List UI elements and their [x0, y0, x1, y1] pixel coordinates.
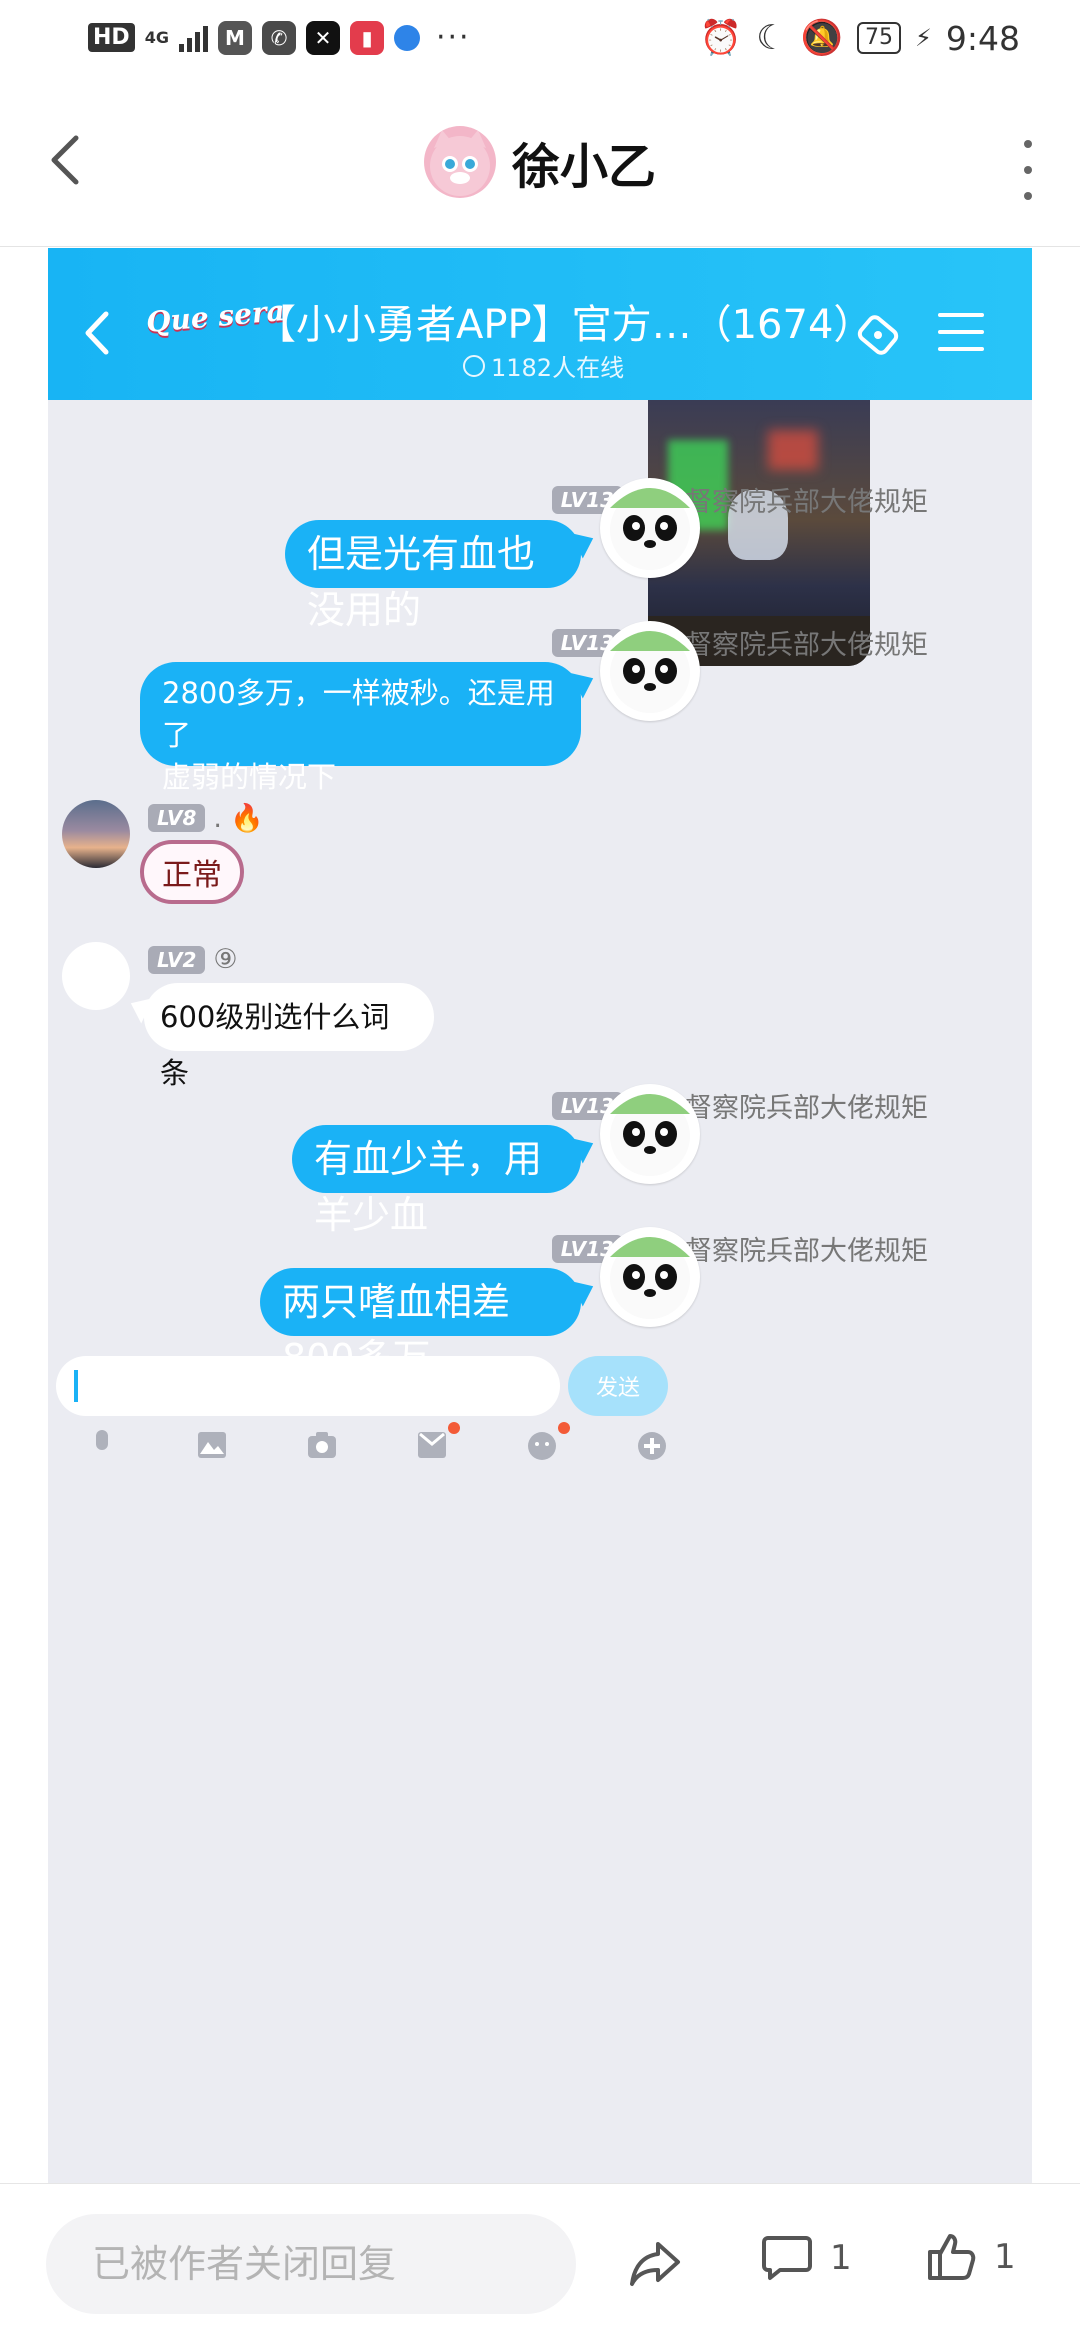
- image-icon: [196, 1428, 228, 1460]
- share-icon: [630, 2242, 680, 2286]
- like-button[interactable]: 1: [926, 2232, 1016, 2282]
- online-indicator: 1182人在线: [463, 348, 624, 383]
- capcut-app-icon: ✕: [305, 20, 340, 55]
- group-chat-header: Que sera 【小小勇者APP】官方…（1674） 1182人在线: [48, 248, 1032, 400]
- bottom-action-bar: 已被作者关闭回复 1 1: [0, 2183, 1080, 2341]
- online-count: 1182人在线: [491, 354, 625, 382]
- share-button[interactable]: [628, 2236, 682, 2290]
- chat-input: [56, 1356, 560, 1416]
- red-packet-icon: [416, 1422, 460, 1460]
- chat-bubble: 600级别选什么词条: [144, 983, 434, 1090]
- chat-back-icon: [78, 308, 118, 358]
- panda-avatar: [600, 478, 700, 578]
- panda-avatar: [600, 1227, 700, 1327]
- chat-bubble: 但是光有血也没用的: [285, 520, 581, 632]
- level-badge: LV8: [148, 804, 206, 832]
- panda-avatar: [600, 621, 700, 721]
- reply-input[interactable]: 已被作者关闭回复: [46, 2214, 576, 2314]
- post-image: Que sera 【小小勇者APP】官方…（1674） 1182人在线 LV13…: [48, 248, 1032, 2183]
- emoji-icon: [526, 1422, 570, 1460]
- plus-icon: [636, 1428, 668, 1460]
- online-icon: [463, 354, 485, 377]
- user-avatar: [62, 800, 130, 868]
- chat-bubble: 2800多万，一样被秒。还是用了 虚弱的情况下: [140, 662, 581, 794]
- sender-meta: LV8 . 🔥: [148, 802, 264, 834]
- comment-icon: [762, 2236, 812, 2280]
- bubble-line: 虚弱的情况下: [162, 760, 337, 794]
- notification-dot: [558, 1422, 570, 1434]
- clock: 9:48: [945, 18, 1020, 58]
- status-bar: HD 4G M ✆ ✕ ▮ ··· ⏰ ☾ 🔕 75 ⚡ 9:48: [0, 0, 1080, 80]
- sender-meta: LV2 ⑨: [148, 944, 238, 975]
- network-type: 4G: [144, 27, 169, 47]
- level-badge: LV2: [148, 945, 206, 974]
- panda-icon: [610, 1094, 690, 1176]
- hd-icon: HD: [88, 23, 135, 52]
- comment-button[interactable]: 1: [762, 2234, 852, 2282]
- mute-bell-icon: 🔕: [800, 18, 844, 58]
- chat-bubble: 有血少羊，用羊少血: [292, 1125, 581, 1237]
- charging-icon: ⚡: [915, 24, 932, 52]
- bubble-line: 2800多万，一样被秒。还是用了: [162, 676, 555, 752]
- user-avatar: [62, 942, 130, 1010]
- cat-avatar-icon: [429, 130, 490, 196]
- thumbs-up-icon: [928, 2234, 976, 2280]
- moon-icon: ☾: [756, 18, 787, 58]
- page-title: 徐小乙: [511, 139, 656, 195]
- comment-count: 1: [830, 2238, 852, 2278]
- camera-icon: [306, 1428, 338, 1460]
- battery-icon: 75: [857, 22, 902, 54]
- chat-bubble: 两只嗜血相差800多万: [260, 1268, 581, 1380]
- group-title: 【小小勇者APP】官方…（1674）: [256, 302, 874, 348]
- send-button: 发送: [568, 1356, 668, 1416]
- sender-name: .: [213, 802, 222, 834]
- panda-icon: [610, 1237, 690, 1319]
- more-notifications-icon: ···: [435, 20, 471, 55]
- alarm-icon: ⏰: [699, 18, 743, 58]
- sticker-message: 正常: [140, 840, 244, 904]
- wechat-app-icon: ✆: [261, 20, 296, 55]
- author-avatar[interactable]: [423, 126, 496, 198]
- panda-icon: [610, 631, 690, 713]
- microphone-icon: [86, 1428, 118, 1460]
- gmail-app-icon: M: [217, 20, 252, 55]
- panda-icon: [610, 488, 690, 570]
- notification-dot: [448, 1422, 460, 1434]
- hamburger-menu-icon: [938, 313, 984, 351]
- sender-name: ⑨: [213, 944, 238, 975]
- more-options-button[interactable]: [1016, 140, 1040, 200]
- top-app-bar: 徐小乙: [0, 80, 1080, 247]
- signal-icon: [178, 24, 208, 52]
- book-app-icon: ▮: [349, 20, 384, 55]
- like-count: 1: [994, 2237, 1016, 2277]
- tag-share-icon: [848, 308, 908, 368]
- fire-icon: 🔥: [229, 803, 264, 834]
- browser-app-icon: [393, 24, 420, 51]
- text-cursor: [74, 1370, 78, 1402]
- panda-avatar: [600, 1084, 700, 1184]
